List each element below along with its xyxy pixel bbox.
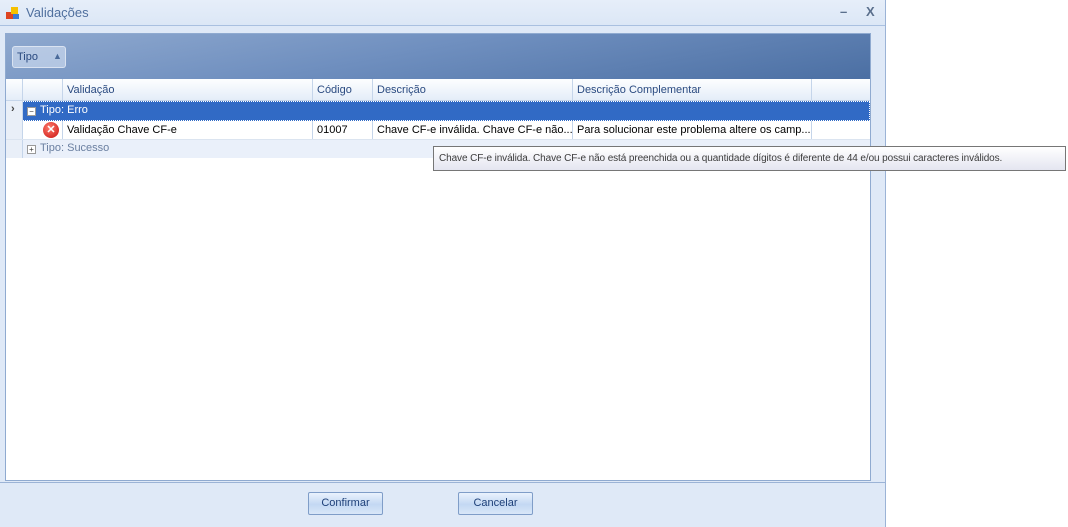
group-panel: Tipo ▲ [6, 34, 870, 79]
row-indicator [6, 121, 23, 139]
cell-descricao-complementar[interactable]: Para solucionar este problema altere os … [573, 121, 812, 139]
cell-descricao[interactable]: Chave CF-e inválida. Chave CF-e não... [373, 121, 573, 139]
group-by-tipo-button[interactable]: Tipo ▲ [12, 46, 66, 68]
title-bar: Validações – X [0, 0, 885, 26]
column-header-descricao[interactable]: Descrição [373, 79, 573, 100]
window-title: Validações [26, 5, 89, 20]
error-icon: ✕ [43, 122, 59, 138]
cell-validacao[interactable]: Validação Chave CF-e [63, 121, 313, 139]
description-tooltip: Chave CF-e inválida. Chave CF-e não está… [433, 146, 1066, 171]
expand-icon[interactable]: + [27, 145, 36, 154]
cancel-button[interactable]: Cancelar [458, 492, 533, 515]
group-by-label: Tipo [17, 51, 38, 63]
dialog-footer: Confirmar Cancelar [0, 482, 885, 522]
column-header-descricao-complementar[interactable]: Descrição Complementar [573, 79, 812, 100]
minimize-button[interactable]: – [840, 4, 847, 19]
collapse-icon[interactable]: − [27, 107, 36, 116]
column-header-validacao[interactable]: Validação [63, 79, 313, 100]
status-cell: ✕ [23, 121, 63, 139]
app-icon [6, 7, 19, 19]
validacoes-window: Validações – X Tipo ▲ Validação Código D… [0, 0, 886, 527]
header-icon[interactable] [23, 79, 63, 100]
cell-codigo[interactable]: 01007 [313, 121, 373, 139]
column-header-row: Validação Código Descrição Descrição Com… [6, 79, 870, 101]
confirm-button[interactable]: Confirmar [308, 492, 383, 515]
column-header-codigo[interactable]: Código [313, 79, 373, 100]
group-row-erro[interactable]: › − Tipo: Erro [6, 101, 870, 121]
sort-ascending-icon: ▲ [53, 51, 62, 61]
group-label: − Tipo: Erro [23, 101, 523, 121]
header-indicator [6, 79, 23, 100]
validations-grid: Tipo ▲ Validação Código Descrição Descri… [5, 33, 871, 481]
table-row[interactable]: ✕ Validação Chave CF-e 01007 Chave CF-e … [6, 121, 870, 140]
row-indicator [6, 140, 23, 158]
row-indicator-icon: › [6, 101, 23, 121]
header-filler [812, 79, 870, 100]
close-button[interactable]: X [866, 4, 875, 19]
group-title: Tipo: Erro [40, 104, 88, 116]
group-title: Tipo: Sucesso [40, 142, 110, 154]
